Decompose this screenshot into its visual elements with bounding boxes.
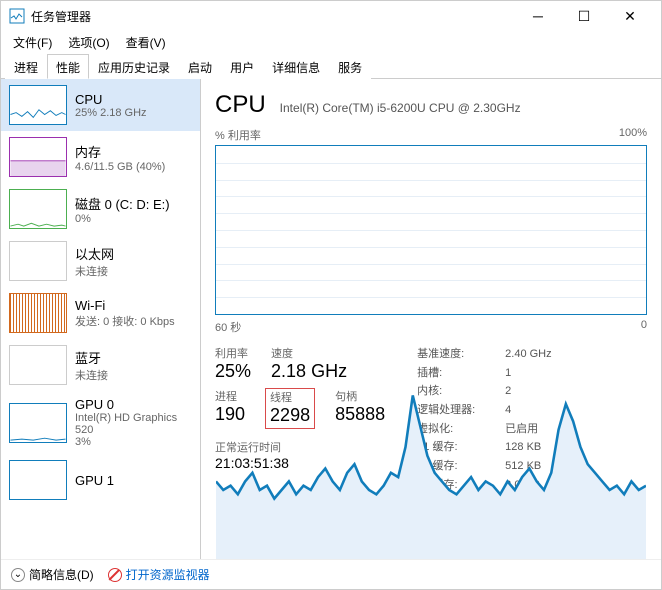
tab-performance[interactable]: 性能 (47, 54, 89, 79)
sidebar-item-gpu1[interactable]: GPU 1 (1, 454, 200, 506)
sidebar-wifi-title: Wi-Fi (75, 298, 175, 313)
tab-strip: 进程 性能 应用历史记录 启动 用户 详细信息 服务 (1, 53, 661, 79)
chevron-down-icon: ⌄ (11, 568, 25, 582)
sidebar-memory-sub: 4.6/11.5 GB (40%) (75, 161, 165, 173)
disk-thumb-icon (9, 189, 67, 229)
tab-app-history[interactable]: 应用历史记录 (89, 54, 179, 79)
sidebar-bt-sub: 未连接 (75, 367, 108, 383)
sidebar-cpu-title: CPU (75, 92, 147, 107)
menu-view[interactable]: 查看(V) (120, 32, 172, 53)
sidebar-cpu-sub: 25% 2.18 GHz (75, 107, 147, 119)
sidebar-gpu1-title: GPU 1 (75, 473, 114, 488)
graph-label-topright: 100% (619, 127, 647, 143)
sidebar-disk-title: 磁盘 0 (C: D: E:) (75, 194, 170, 213)
sidebar-item-gpu0[interactable]: GPU 0 Intel(R) HD Graphics 520 3% (1, 391, 200, 454)
sidebar-bt-title: 蓝牙 (75, 348, 108, 367)
footer: ⌄ 简略信息(D) 打开资源监视器 (1, 559, 661, 589)
sidebar-item-wifi[interactable]: Wi-Fi 发送: 0 接收: 0 Kbps (1, 287, 200, 339)
maximize-button[interactable]: ☐ (561, 1, 607, 31)
menu-bar: 文件(F) 选项(O) 查看(V) (1, 31, 661, 53)
gpu0-thumb-icon (9, 403, 67, 443)
detail-pane: CPU Intel(R) Core(TM) i5-6200U CPU @ 2.3… (201, 79, 661, 559)
menu-options[interactable]: 选项(O) (62, 32, 115, 53)
minimize-button[interactable]: ─ (515, 1, 561, 31)
cpu-thumb-icon (9, 85, 67, 125)
sidebar-eth-title: 以太网 (75, 244, 114, 263)
sidebar-item-bluetooth[interactable]: 蓝牙 未连接 (1, 339, 200, 391)
open-resource-monitor-link[interactable]: 打开资源监视器 (108, 566, 210, 583)
gpu1-thumb-icon (9, 460, 67, 500)
sidebar-item-ethernet[interactable]: 以太网 未连接 (1, 235, 200, 287)
detail-heading: CPU (215, 91, 266, 119)
sidebar-disk-sub: 0% (75, 213, 170, 225)
bluetooth-thumb-icon (9, 345, 67, 385)
sidebar: CPU 25% 2.18 GHz 内存 4.6/11.5 GB (40%) 磁盘… (1, 79, 201, 559)
memory-thumb-icon (9, 137, 67, 177)
sidebar-eth-sub: 未连接 (75, 263, 114, 279)
cpu-usage-graph (215, 145, 647, 315)
tab-startup[interactable]: 启动 (179, 54, 221, 79)
menu-file[interactable]: 文件(F) (7, 32, 58, 53)
resource-monitor-icon (108, 568, 122, 582)
wifi-thumb-icon (9, 293, 67, 333)
brief-info-button[interactable]: ⌄ 简略信息(D) (11, 566, 94, 583)
sidebar-memory-title: 内存 (75, 142, 165, 161)
ethernet-thumb-icon (9, 241, 67, 281)
sidebar-wifi-sub: 发送: 0 接收: 0 Kbps (75, 313, 175, 329)
tab-services[interactable]: 服务 (329, 54, 371, 79)
window-controls: ─ ☐ ✕ (515, 1, 653, 31)
window-title: 任务管理器 (31, 8, 515, 25)
sidebar-item-memory[interactable]: 内存 4.6/11.5 GB (40%) (1, 131, 200, 183)
graph-label-topleft: % 利用率 (215, 127, 261, 143)
close-button[interactable]: ✕ (607, 1, 653, 31)
sidebar-item-cpu[interactable]: CPU 25% 2.18 GHz (1, 79, 200, 131)
cpu-model: Intel(R) Core(TM) i5-6200U CPU @ 2.30GHz (280, 101, 521, 115)
sidebar-item-disk0[interactable]: 磁盘 0 (C: D: E:) 0% (1, 183, 200, 235)
app-icon (9, 8, 25, 24)
sidebar-gpu0-title: GPU 0 (75, 397, 192, 412)
tab-details[interactable]: 详细信息 (263, 54, 329, 79)
tab-processes[interactable]: 进程 (5, 54, 47, 79)
sidebar-gpu0-sub: Intel(R) HD Graphics 520 3% (75, 412, 192, 448)
tab-users[interactable]: 用户 (221, 54, 263, 79)
title-bar: 任务管理器 ─ ☐ ✕ (1, 1, 661, 31)
